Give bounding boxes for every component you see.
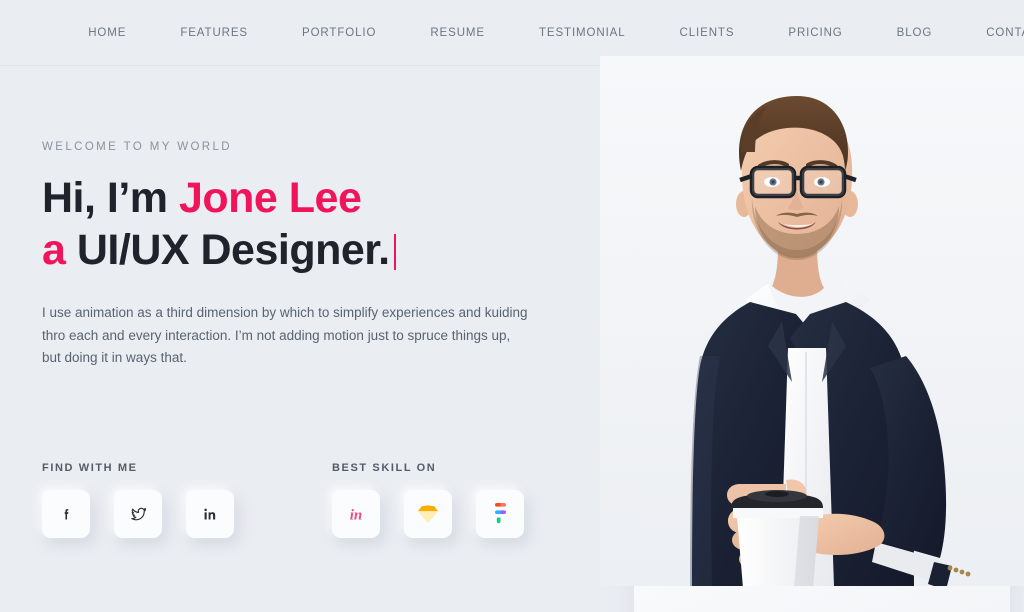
nav-item-home[interactable]: HOME <box>61 0 153 66</box>
sketch-icon <box>417 504 439 524</box>
figma-icon <box>493 503 508 525</box>
linkedin-icon <box>203 507 218 522</box>
best-skill-on-title: BEST SKILL ON <box>332 462 437 474</box>
headline-article: a <box>42 225 66 274</box>
skill-figma[interactable] <box>476 490 524 538</box>
find-with-me-block: FIND WITH ME <box>42 462 332 538</box>
headline-name: Jone Lee <box>178 174 362 222</box>
portrait-photo <box>600 56 1024 586</box>
social-link-twitter[interactable] <box>114 490 162 538</box>
headline-line-2: a UI/UX Designer. <box>42 225 602 277</box>
invision-icon: in <box>344 504 368 524</box>
social-icon-row <box>42 490 332 538</box>
nav-item-features[interactable]: FEATURES <box>153 0 275 66</box>
skill-sketch[interactable] <box>404 490 452 538</box>
skill-icon-row: in <box>332 490 524 538</box>
hero-footer-row: FIND WITH ME BEST SKILL ON in <box>42 462 524 538</box>
nav-item-portfolio[interactable]: PORTFOLIO <box>275 0 403 66</box>
skill-invision[interactable]: in <box>332 490 380 538</box>
landing-page: HOME FEATURES PORTFOLIO RESUME TESTIMONI… <box>0 0 1024 612</box>
hero-description-line-2: thro each and every interaction. I’m not… <box>42 327 511 343</box>
social-link-linkedin[interactable] <box>186 490 234 538</box>
hero-description: I use animation as a third dimension by … <box>42 302 534 370</box>
twitter-icon <box>130 506 147 523</box>
find-with-me-title: FIND WITH ME <box>42 462 138 474</box>
hero-content: WELCOME TO MY WORLD Hi, I’m Jone Lee a U… <box>42 96 602 370</box>
typing-caret <box>393 233 396 270</box>
hero-description-line-3: but doing it in ways that. <box>42 350 187 366</box>
svg-text:in: in <box>350 508 363 524</box>
nav-item-resume[interactable]: RESUME <box>403 0 512 66</box>
hero-headline: Hi, I’m Jone Lee a UI/UX Designer. <box>42 173 602 276</box>
headline-greeting: Hi, I’m <box>42 174 179 222</box>
social-link-facebook[interactable] <box>42 490 90 538</box>
hero-eyebrow-label: WELCOME TO MY WORLD <box>42 141 233 153</box>
headline-line-1: Hi, I’m Jone Lee <box>42 173 602 225</box>
hero-description-line-1: I use animation as a third dimension by … <box>42 305 528 321</box>
headline-role: UI/UX Designer. <box>65 225 390 274</box>
facebook-icon <box>59 507 74 522</box>
hero-portrait <box>600 56 1024 612</box>
best-skill-on-block: BEST SKILL ON in <box>332 462 524 538</box>
